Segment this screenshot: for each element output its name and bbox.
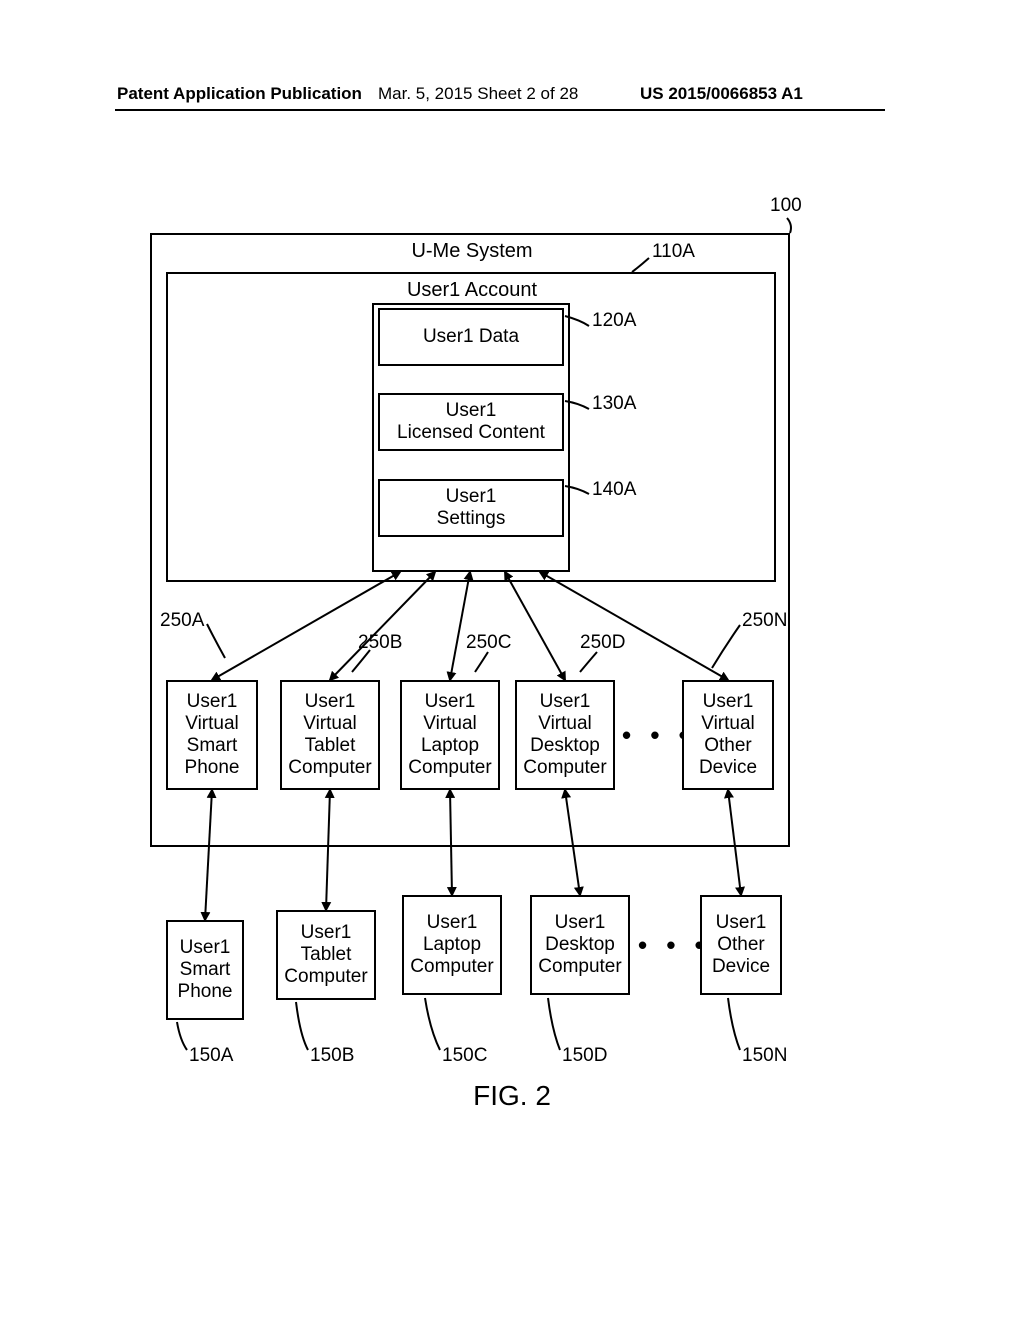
psp1: User1	[180, 937, 231, 959]
ref-250D: 250D	[580, 632, 625, 654]
ptc2: Tablet	[301, 944, 352, 966]
virtual-other-device: User1 Virtual Other Device	[682, 680, 774, 790]
pdc1: User1	[555, 912, 606, 934]
phys-tablet-computer: User1 Tablet Computer	[276, 910, 376, 1000]
ref-250A: 250A	[160, 610, 204, 632]
vdc1: User1	[540, 691, 591, 713]
vlc1: User1	[425, 691, 476, 713]
account-title: User1 Account	[372, 279, 572, 302]
psp3: Phone	[178, 981, 233, 1003]
ref-250C: 250C	[466, 632, 511, 654]
figure-caption: FIG. 2	[0, 1080, 1024, 1112]
ref-250N: 250N	[742, 610, 787, 632]
header-rule	[115, 109, 885, 111]
pod2: Other	[717, 934, 765, 956]
ptc1: User1	[301, 922, 352, 944]
vlc2: Virtual	[423, 713, 477, 735]
header-mid: Mar. 5, 2015 Sheet 2 of 28	[378, 84, 578, 104]
vdc2: Virtual	[538, 713, 592, 735]
ref-120A: 120A	[592, 310, 636, 332]
vlc3: Laptop	[421, 735, 479, 757]
psp2: Smart	[180, 959, 231, 981]
vod2: Virtual	[701, 713, 755, 735]
vod1: User1	[703, 691, 754, 713]
vtc3: Tablet	[305, 735, 356, 757]
plc3: Computer	[410, 956, 493, 978]
ref-150D: 150D	[562, 1045, 607, 1067]
ref-150A: 150A	[189, 1045, 233, 1067]
ref-150B: 150B	[310, 1045, 354, 1067]
vod4: Device	[699, 757, 757, 779]
phys-laptop-computer: User1 Laptop Computer	[402, 895, 502, 995]
ref-100: 100	[770, 195, 802, 217]
system-title: U-Me System	[372, 240, 572, 263]
virtual-tablet-computer: User1 Virtual Tablet Computer	[280, 680, 380, 790]
header-right: US 2015/0066853 A1	[640, 84, 803, 104]
vtc2: Virtual	[303, 713, 357, 735]
ref-150C: 150C	[442, 1045, 487, 1067]
ref-130A: 130A	[592, 393, 636, 415]
vsp4: Phone	[185, 757, 240, 779]
phys-smart-phone: User1 Smart Phone	[166, 920, 244, 1020]
page-root: Patent Application Publication Mar. 5, 2…	[0, 0, 1024, 1320]
vdc3: Desktop	[530, 735, 600, 757]
plc1: User1	[427, 912, 478, 934]
virtual-laptop-computer: User1 Virtual Laptop Computer	[400, 680, 500, 790]
vlc4: Computer	[408, 757, 491, 779]
vtc4: Computer	[288, 757, 371, 779]
ref-110A: 110A	[652, 241, 695, 263]
pod3: Device	[712, 956, 770, 978]
ref-250B: 250B	[358, 632, 402, 654]
ptc3: Computer	[284, 966, 367, 988]
ref-150N: 150N	[742, 1045, 787, 1067]
vdc4: Computer	[523, 757, 606, 779]
account-inner-frame	[372, 303, 570, 572]
phys-other-device: User1 Other Device	[700, 895, 782, 995]
virtual-desktop-computer: User1 Virtual Desktop Computer	[515, 680, 615, 790]
vtc1: User1	[305, 691, 356, 713]
plc2: Laptop	[423, 934, 481, 956]
pod1: User1	[716, 912, 767, 934]
pdc3: Computer	[538, 956, 621, 978]
virtual-smart-phone: User1 Virtual Smart Phone	[166, 680, 258, 790]
ref-140A: 140A	[592, 479, 636, 501]
phys-desktop-computer: User1 Desktop Computer	[530, 895, 630, 995]
vod3: Other	[704, 735, 752, 757]
vsp1: User1	[187, 691, 238, 713]
pdc2: Desktop	[545, 934, 615, 956]
vsp3: Smart	[187, 735, 238, 757]
vsp2: Virtual	[185, 713, 239, 735]
header-left: Patent Application Publication	[117, 84, 362, 104]
dots-phys: • • •	[638, 930, 710, 961]
